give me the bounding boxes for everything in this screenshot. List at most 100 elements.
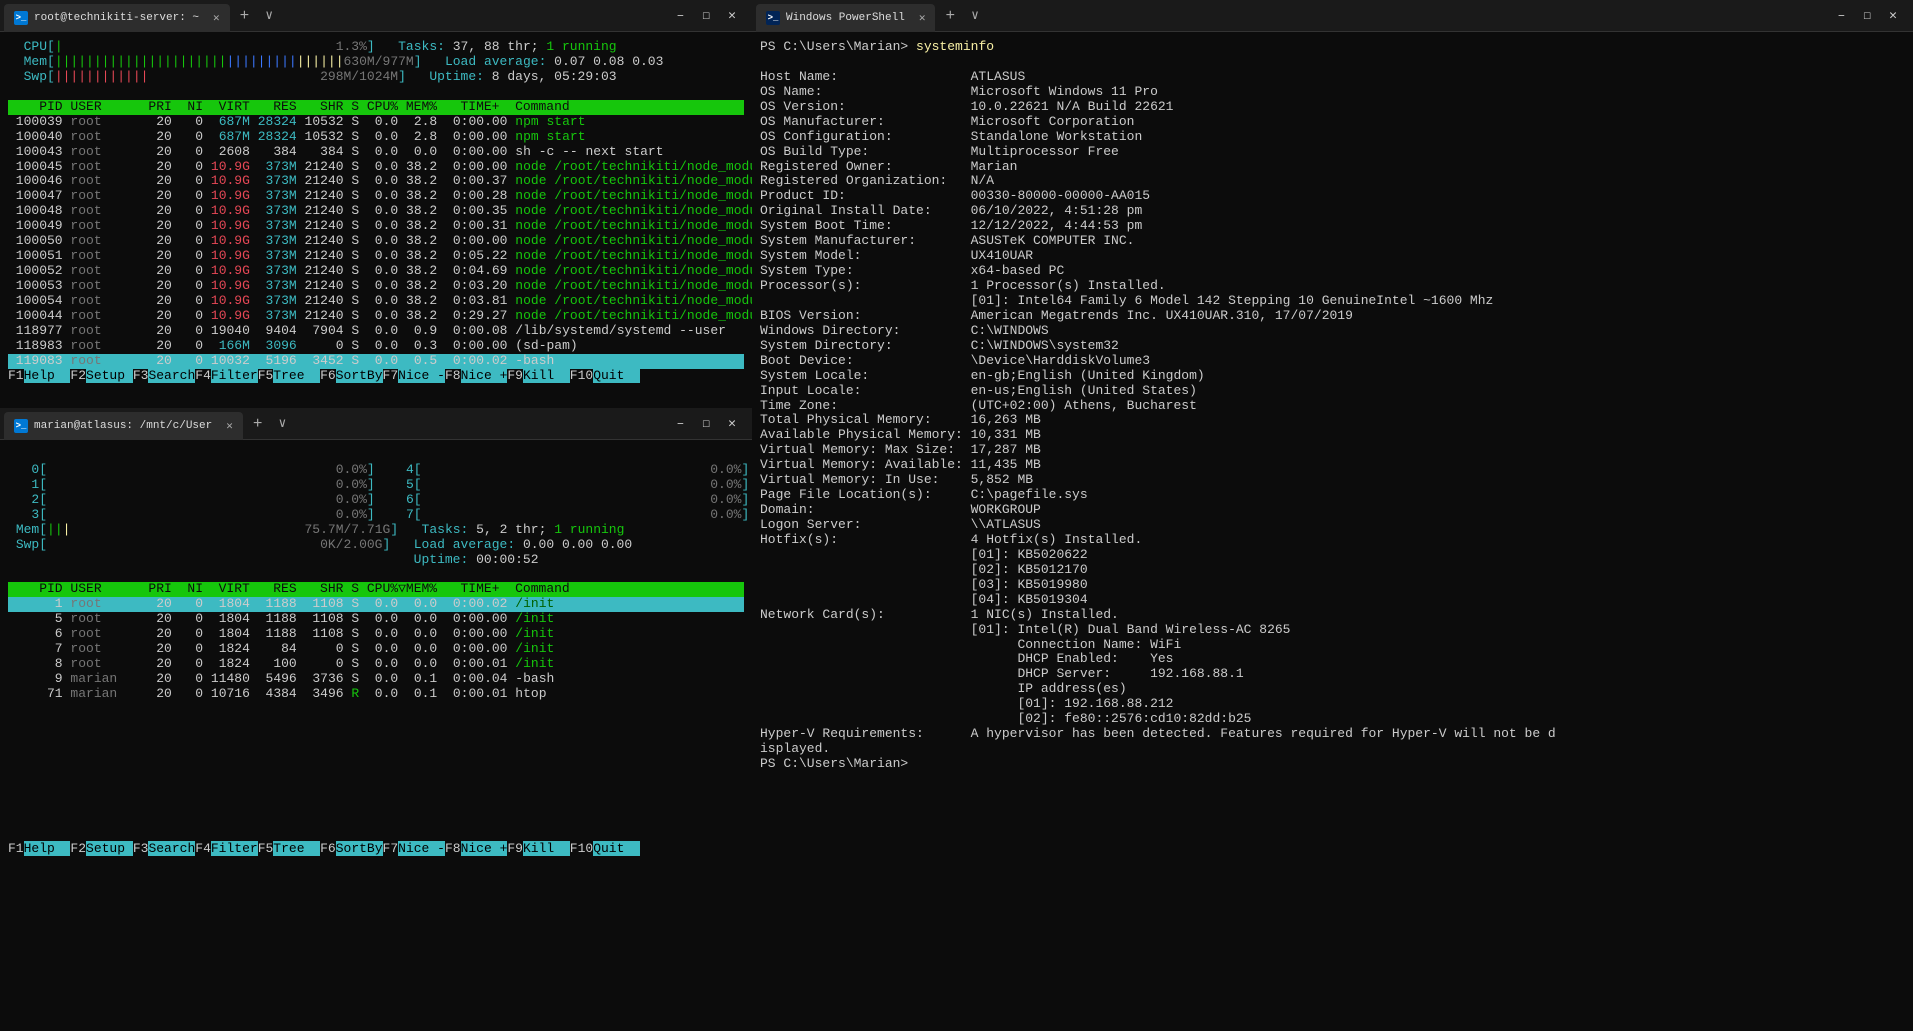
fkey[interactable]: F3: [133, 841, 149, 856]
process-row[interactable]: 100043 root 20 0 2608 384 384 S 0.0 0.0 …: [8, 145, 744, 160]
process-row[interactable]: 7 root 20 0 1824 84 0 S 0.0 0.0 0:00.00 …: [8, 642, 744, 657]
close-icon[interactable]: ✕: [728, 416, 736, 431]
fkey[interactable]: F8: [445, 841, 461, 856]
maximize-icon[interactable]: ☐: [702, 416, 710, 431]
fkey[interactable]: F1: [8, 841, 24, 856]
tab-menu-chevron[interactable]: ∨: [272, 416, 292, 431]
process-row[interactable]: 9 marian 20 0 11480 5496 3736 S 0.0 0.1 …: [8, 672, 744, 687]
process-row[interactable]: 6 root 20 0 1804 1188 1108 S 0.0 0.0 0:0…: [8, 627, 744, 642]
process-row[interactable]: 100054 root 20 0 10.9G 373M 21240 S 0.0 …: [8, 294, 744, 309]
systeminfo-row: Registered Organization: N/A: [760, 174, 1905, 189]
systeminfo-row: Hyper-V Requirements: A hypervisor has b…: [760, 727, 1905, 742]
systeminfo-row: IP address(es): [760, 682, 1905, 697]
process-row[interactable]: 100049 root 20 0 10.9G 373M 21240 S 0.0 …: [8, 219, 744, 234]
terminal-body-powershell[interactable]: PS C:\Users\Marian> systeminfo Host Name…: [752, 32, 1913, 1031]
systeminfo-row: OS Configuration: Standalone Workstation: [760, 130, 1905, 145]
tab-item[interactable]: >_ Windows PowerShell ✕: [756, 4, 935, 32]
fkey[interactable]: F4: [195, 841, 211, 856]
systeminfo-row: Virtual Memory: In Use: 5,852 MB: [760, 473, 1905, 488]
systeminfo-row: Page File Location(s): C:\pagefile.sys: [760, 488, 1905, 503]
maximize-icon[interactable]: ☐: [702, 8, 710, 23]
systeminfo-row: [02]: KB5012170: [760, 563, 1905, 578]
process-row[interactable]: 8 root 20 0 1824 100 0 S 0.0 0.0 0:00.01…: [8, 657, 744, 672]
fkey[interactable]: F2: [70, 368, 86, 383]
systeminfo-row: Hotfix(s): 4 Hotfix(s) Installed.: [760, 533, 1905, 548]
systeminfo-row: Virtual Memory: Max Size: 17,287 MB: [760, 443, 1905, 458]
systeminfo-row: [01]: KB5020622: [760, 548, 1905, 563]
close-icon[interactable]: ✕: [1889, 8, 1897, 23]
tab-menu-chevron[interactable]: ∨: [259, 8, 279, 23]
process-row[interactable]: 118983 root 20 0 166M 3096 0 S 0.0 0.3 0…: [8, 339, 744, 354]
systeminfo-row: Domain: WORKGROUP: [760, 503, 1905, 518]
process-row[interactable]: 100050 root 20 0 10.9G 373M 21240 S 0.0 …: [8, 234, 744, 249]
fkey[interactable]: F3: [133, 368, 149, 383]
tab-item[interactable]: >_ marian@atlasus: /mnt/c/User ✕: [4, 412, 243, 440]
process-row[interactable]: 100039 root 20 0 687M 28324 10532 S 0.0 …: [8, 115, 744, 130]
fkey[interactable]: F2: [70, 841, 86, 856]
htop-header[interactable]: PID USER PRI NI VIRT RES SHR S CPU% MEM%…: [8, 100, 744, 115]
minimize-icon[interactable]: –: [677, 8, 685, 23]
process-row[interactable]: 100045 root 20 0 10.9G 373M 21240 S 0.0 …: [8, 160, 744, 175]
process-row[interactable]: 100053 root 20 0 10.9G 373M 21240 S 0.0 …: [8, 279, 744, 294]
systeminfo-row: Total Physical Memory: 16,263 MB: [760, 413, 1905, 428]
process-row[interactable]: 71 marian 20 0 10716 4384 3496 R 0.0 0.1…: [8, 687, 744, 702]
fkey[interactable]: F7: [383, 368, 399, 383]
systeminfo-row: BIOS Version: American Megatrends Inc. U…: [760, 309, 1905, 324]
process-row[interactable]: 5 root 20 0 1804 1188 1108 S 0.0 0.0 0:0…: [8, 612, 744, 627]
process-row[interactable]: 100040 root 20 0 687M 28324 10532 S 0.0 …: [8, 130, 744, 145]
systeminfo-row: OS Manufacturer: Microsoft Corporation: [760, 115, 1905, 130]
systeminfo-row: OS Name: Microsoft Windows 11 Pro: [760, 85, 1905, 100]
fkey[interactable]: F8: [445, 368, 461, 383]
fkey[interactable]: F1: [8, 368, 24, 383]
fkey[interactable]: F5: [258, 841, 274, 856]
maximize-icon[interactable]: ☐: [1863, 8, 1871, 23]
process-row[interactable]: 119083 root 20 0 10032 5196 3452 S 0.0 0…: [8, 354, 744, 369]
process-row[interactable]: 100044 root 20 0 10.9G 373M 21240 S 0.0 …: [8, 309, 744, 324]
process-row[interactable]: 100048 root 20 0 10.9G 373M 21240 S 0.0 …: [8, 204, 744, 219]
htop-header[interactable]: PID USER PRI NI VIRT RES SHR S CPU%▽MEM%…: [8, 582, 744, 597]
fkey[interactable]: F10: [570, 368, 593, 383]
titlebar-top-left: >_ root@technikiti-server: ~ ✕ + ∨ – ☐ ✕: [0, 0, 752, 32]
systeminfo-row: OS Version: 10.0.22621 N/A Build 22621: [760, 100, 1905, 115]
terminal-icon: >_: [14, 419, 28, 433]
close-icon[interactable]: ✕: [728, 8, 736, 23]
close-tab-icon[interactable]: ✕: [226, 419, 233, 433]
process-row[interactable]: 118977 root 20 0 19040 9404 7904 S 0.0 0…: [8, 324, 744, 339]
tab-item[interactable]: >_ root@technikiti-server: ~ ✕: [4, 4, 230, 32]
minimize-icon[interactable]: –: [677, 416, 685, 431]
systeminfo-row: OS Build Type: Multiprocessor Free: [760, 145, 1905, 160]
minimize-icon[interactable]: –: [1838, 8, 1846, 23]
window-top-left: >_ root@technikiti-server: ~ ✕ + ∨ – ☐ ✕…: [0, 0, 752, 408]
process-row[interactable]: 1 root 20 0 1804 1188 1108 S 0.0 0.0 0:0…: [8, 597, 744, 612]
process-row[interactable]: 100046 root 20 0 10.9G 373M 21240 S 0.0 …: [8, 174, 744, 189]
fkey[interactable]: F6: [320, 368, 336, 383]
window-controls: – ☐ ✕: [665, 8, 748, 23]
terminal-body-htop-local[interactable]: 0[ 0.0%] 4[ 0.0%] 1[ 0.0%] 5[ 0.0%] 2[: [0, 440, 752, 1031]
fkey[interactable]: F4: [195, 368, 211, 383]
window-bottom-left: >_ marian@atlasus: /mnt/c/User ✕ + ∨ – ☐…: [0, 408, 752, 1031]
ps-prompt-line: PS C:\Users\Marian> systeminfo: [760, 40, 1905, 55]
systeminfo-row: Connection Name: WiFi: [760, 638, 1905, 653]
fkey[interactable]: F6: [320, 841, 336, 856]
systeminfo-row: Original Install Date: 06/10/2022, 4:51:…: [760, 204, 1905, 219]
process-row[interactable]: 100051 root 20 0 10.9G 373M 21240 S 0.0 …: [8, 249, 744, 264]
systeminfo-row: [03]: KB5019980: [760, 578, 1905, 593]
new-tab-button[interactable]: +: [935, 7, 965, 25]
close-tab-icon[interactable]: ✕: [919, 11, 926, 25]
systeminfo-row: Host Name: ATLASUS: [760, 70, 1905, 85]
terminal-icon: >_: [14, 11, 28, 25]
process-row[interactable]: 100047 root 20 0 10.9G 373M 21240 S 0.0 …: [8, 189, 744, 204]
new-tab-button[interactable]: +: [230, 7, 260, 25]
tab-title: marian@atlasus: /mnt/c/User: [34, 420, 212, 432]
fkey[interactable]: F10: [570, 841, 593, 856]
fkey[interactable]: F9: [507, 841, 523, 856]
process-row[interactable]: 100052 root 20 0 10.9G 373M 21240 S 0.0 …: [8, 264, 744, 279]
fkey[interactable]: F7: [383, 841, 399, 856]
close-tab-icon[interactable]: ✕: [213, 11, 220, 25]
terminal-body-htop-server[interactable]: CPU[| 1.3%] Tasks: 37, 88 thr; 1 running…: [0, 32, 752, 408]
fkey[interactable]: F9: [507, 368, 523, 383]
new-tab-button[interactable]: +: [243, 415, 273, 433]
fkey[interactable]: F5: [258, 368, 274, 383]
ps-prompt-line[interactable]: PS C:\Users\Marian>: [760, 757, 1905, 772]
tab-menu-chevron[interactable]: ∨: [965, 8, 985, 23]
